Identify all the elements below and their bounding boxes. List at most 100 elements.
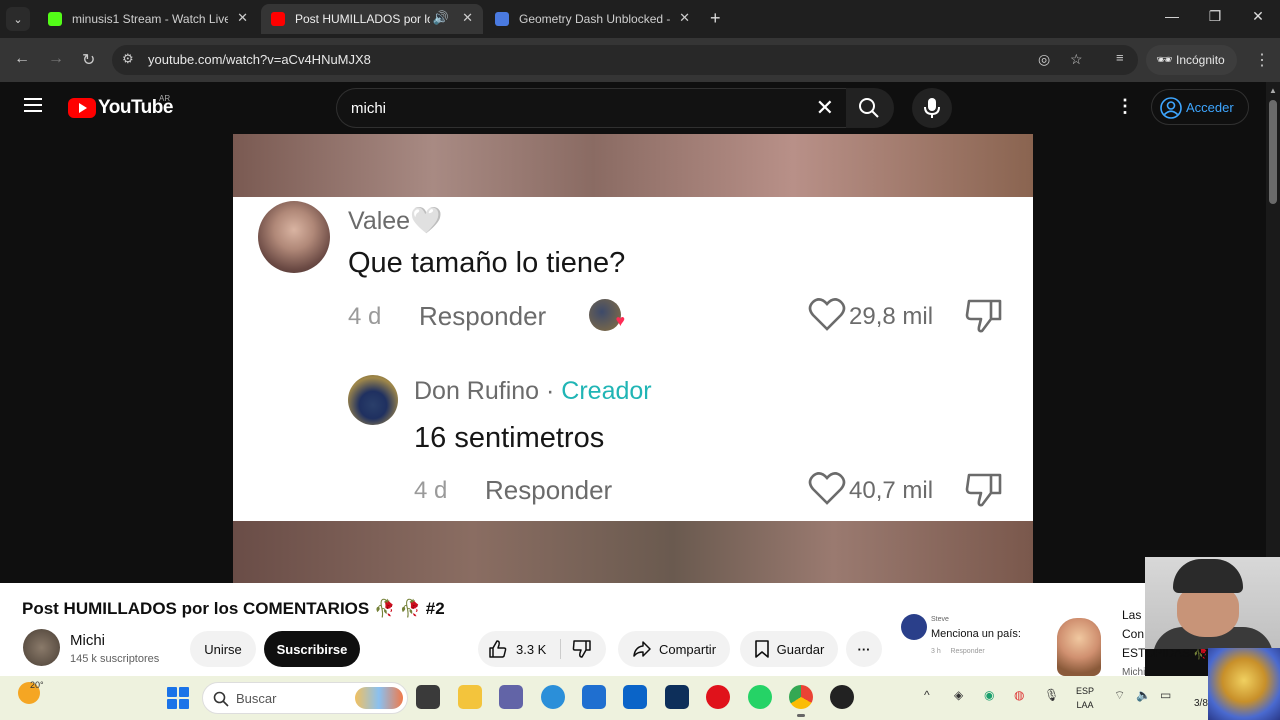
heart-outline-icon: [808, 472, 846, 505]
related-text: Menciona un país:: [931, 628, 1021, 640]
speaker-icon[interactable]: 🔊: [433, 10, 449, 26]
search-button[interactable]: [846, 88, 894, 128]
obs-icon[interactable]: [830, 685, 854, 709]
battery-icon[interactable]: ▭: [1160, 688, 1171, 702]
video-title: Post HUMILLADOS por los COMENTARIOS 🥀 🥀 …: [22, 599, 445, 618]
tab-close-icon[interactable]: ✕: [237, 10, 248, 26]
scroll-thumb[interactable]: [1269, 100, 1277, 204]
bookmark-star-icon[interactable]: ☆: [1070, 51, 1083, 68]
site-info-icon[interactable]: ⚙: [122, 51, 134, 67]
start-button[interactable]: [167, 687, 189, 709]
tray-app-icon[interactable]: ◍: [1014, 688, 1024, 702]
close-window-icon[interactable]: ✕: [1248, 8, 1268, 25]
opera-icon[interactable]: [706, 685, 730, 709]
incognito-icon: 🕶: [1156, 52, 1173, 67]
chrome-icon[interactable]: [789, 685, 813, 717]
eye-off-icon[interactable]: ◎: [1038, 51, 1050, 68]
microphone-icon: [924, 98, 940, 118]
tab-geometry-dash[interactable]: Geometry Dash Unblocked - Pl ✕: [485, 4, 700, 34]
wifi-icon[interactable]: ⌔: [1114, 688, 1125, 703]
menu-icon[interactable]: [24, 98, 42, 112]
video-player[interactable]: Valee🤍 Que tamaño lo tiene? 4 d Responde…: [233, 134, 1033, 583]
channel-avatar[interactable]: [23, 629, 60, 666]
reply-text: 16 sentimetros: [414, 422, 605, 454]
dislike-icon: [965, 299, 1002, 333]
media-queue-icon[interactable]: ≡: [1116, 50, 1124, 65]
related-user: Steve: [931, 616, 949, 623]
subscriber-count: 145 k suscriptores: [70, 653, 160, 665]
join-button[interactable]: Unirse: [190, 631, 256, 667]
whatsapp-icon[interactable]: [748, 685, 772, 709]
browser-toolbar: ← → ↻ ⚙ youtube.com/watch?v=aCv4HNuMJX8 …: [0, 38, 1280, 82]
input-language[interactable]: ESP LAA: [1076, 684, 1094, 712]
tab-youtube-video[interactable]: Post HUMILLADOS por los 🔊 ✕: [261, 4, 483, 34]
comment-text: Que tamaño lo tiene?: [348, 247, 626, 279]
voice-search-button[interactable]: [912, 88, 952, 128]
teams-icon[interactable]: [499, 685, 523, 709]
page-scrollbar[interactable]: ▲: [1266, 82, 1280, 557]
thumbs-down-icon: [572, 640, 591, 658]
more-actions-button[interactable]: ···: [846, 631, 882, 667]
incognito-badge[interactable]: 🕶 Incógnito: [1146, 45, 1237, 75]
address-bar[interactable]: ⚙ youtube.com/watch?v=aCv4HNuMJX8 ◎ ☆: [112, 45, 1138, 75]
tray-app-icon[interactable]: ◈: [954, 688, 963, 702]
reply-age: 4 d: [414, 477, 448, 504]
share-button[interactable]: Compartir: [618, 631, 730, 667]
comment-avatar: [258, 201, 330, 273]
microphone-tray-icon[interactable]: 🎙: [1044, 688, 1059, 702]
edge-icon[interactable]: [541, 685, 565, 709]
subscribe-button[interactable]: Suscribirse: [264, 631, 360, 667]
restore-icon[interactable]: ❐: [1205, 8, 1225, 25]
channel-name[interactable]: Michi: [70, 632, 105, 649]
account-icon: [1160, 97, 1182, 119]
show-hidden-icons[interactable]: ^: [924, 688, 930, 702]
browser-menu-icon[interactable]: ⋮: [1254, 50, 1270, 70]
save-button[interactable]: Guardar: [740, 631, 838, 667]
tab-kick-stream[interactable]: minusis1 Stream - Watch Live o ✕: [38, 4, 258, 34]
dislike-button[interactable]: [572, 639, 592, 664]
outlook-icon[interactable]: [623, 685, 647, 709]
related-thumbnail: Steve Menciona un país: 3 h Responder: [895, 608, 1045, 676]
disney-plus-icon[interactable]: [665, 685, 689, 709]
tab-search-button[interactable]: ⌄: [6, 7, 30, 31]
tray-app-icon[interactable]: ◉: [984, 688, 994, 702]
heart-icon: ♥: [615, 313, 626, 330]
like-count: 3.3 K: [516, 641, 547, 657]
settings-more-icon[interactable]: ⋮: [1116, 96, 1134, 117]
scroll-up-icon[interactable]: ▲: [1269, 86, 1277, 95]
weather-widget[interactable]: 20°: [18, 680, 44, 704]
clock[interactable]: 3/8: [1194, 698, 1208, 709]
file-explorer-icon[interactable]: [458, 685, 482, 709]
reload-icon[interactable]: ↻: [82, 50, 95, 70]
search-input[interactable]: michi ✕: [336, 88, 846, 128]
tab-title: minusis1 Stream - Watch Live o: [72, 12, 228, 26]
reply-avatar: [348, 375, 398, 425]
tab-close-icon[interactable]: ✕: [679, 10, 690, 26]
tab-close-icon[interactable]: ✕: [462, 10, 473, 26]
store-icon[interactable]: [582, 685, 606, 709]
back-icon[interactable]: ←: [14, 50, 30, 68]
taskbar-search[interactable]: Buscar: [202, 682, 408, 714]
related-avatar: [901, 614, 927, 640]
youtube-logo[interactable]: YouTube: [68, 97, 173, 119]
clear-search-icon[interactable]: ✕: [816, 95, 834, 121]
like-dislike-group: 3.3 K: [478, 631, 606, 667]
new-tab-button[interactable]: +: [710, 8, 721, 29]
windows-taskbar: 20° Buscar ^ ◈ ◉ ◍ 🎙 ESP LAA ⌔ 🔈 ▭ 3/8: [0, 676, 1280, 720]
comment-reply-label: Responder: [419, 301, 547, 331]
youtube-header: YouTube AR michi ✕ ⋮ Acceder: [0, 82, 1266, 134]
comment-username: Valee🤍: [348, 205, 443, 235]
forward-icon[interactable]: →: [48, 50, 64, 68]
signin-button[interactable]: Acceder: [1151, 89, 1249, 125]
search-query: michi: [351, 100, 387, 117]
geometry-dash-favicon-icon: [495, 12, 509, 26]
related-video[interactable]: Steve Menciona un país: 3 h Responder: [895, 608, 1145, 676]
kick-favicon-icon: [48, 12, 62, 26]
reply-like-count: 40,7 mil: [849, 477, 934, 504]
browser-tab-strip: ⌄ minusis1 Stream - Watch Live o ✕ Post …: [0, 0, 1280, 38]
volume-icon[interactable]: 🔈: [1136, 688, 1151, 702]
task-view-icon[interactable]: [416, 685, 440, 709]
related-meta: 3 h Responder: [931, 648, 985, 655]
minimize-icon[interactable]: —: [1162, 8, 1182, 24]
like-button[interactable]: 3.3 K: [488, 639, 546, 659]
